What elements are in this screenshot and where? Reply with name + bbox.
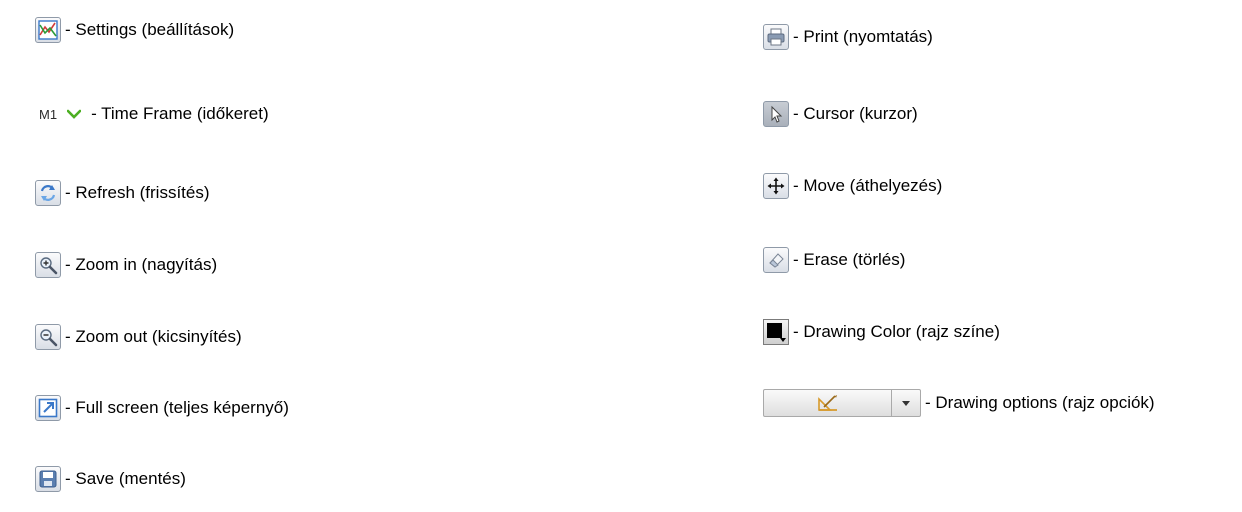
print-label: - Print (nyomtatás): [793, 27, 933, 46]
save-label: - Save (mentés): [65, 469, 186, 488]
zoom-in-icon[interactable]: [35, 252, 61, 278]
legend-save: - Save (mentés): [35, 466, 186, 492]
zoom-out-icon[interactable]: [35, 324, 61, 350]
legend-zoom-out: - Zoom out (kicsinyítés): [35, 324, 242, 350]
legend-zoom-in: - Zoom in (nagyítás): [35, 252, 217, 278]
caret-down-icon: [780, 338, 786, 342]
cursor-label: - Cursor (kurzor): [793, 104, 918, 123]
cursor-icon[interactable]: [763, 101, 789, 127]
legend-erase: - Erase (törlés): [763, 247, 905, 273]
legend-refresh: - Refresh (frissítés): [35, 180, 210, 206]
timeframe-select[interactable]: M1: [37, 104, 83, 124]
chevron-down-icon: [67, 109, 82, 119]
move-icon[interactable]: [763, 173, 789, 199]
zoom-in-label: - Zoom in (nagyítás): [65, 255, 218, 274]
legend-settings: - Settings (beállítások): [35, 17, 234, 43]
refresh-icon[interactable]: [35, 180, 61, 206]
legend-print: - Print (nyomtatás): [763, 24, 933, 50]
drawing-options-button[interactable]: [763, 389, 921, 417]
drawing-options-label: - Drawing options (rajz opciók): [925, 393, 1155, 412]
settings-chart-icon[interactable]: [35, 17, 61, 43]
timeframe-value: M1: [39, 106, 58, 122]
legend-full-screen: - Full screen (teljes képernyő): [35, 395, 289, 421]
color-swatch: [767, 323, 782, 338]
drawing-tools-icon[interactable]: [764, 390, 892, 416]
timeframe-label: - Time Frame (időkeret): [91, 104, 269, 123]
legend-drawing-color: - Drawing Color (rajz színe): [763, 319, 1000, 345]
settings-label: - Settings (beállítások): [65, 20, 235, 39]
legend-cursor: - Cursor (kurzor): [763, 101, 918, 127]
toolbar-legend: - Settings (beállítások) M1 - Time Frame…: [0, 0, 1242, 512]
dropdown-arrow-icon[interactable]: [892, 390, 920, 416]
save-icon[interactable]: [35, 466, 61, 492]
legend-timeframe: M1 - Time Frame (időkeret): [37, 104, 269, 124]
move-label: - Move (áthelyezés): [793, 176, 943, 195]
drawing-color-label: - Drawing Color (rajz színe): [793, 322, 1000, 341]
print-icon[interactable]: [763, 24, 789, 50]
erase-label: - Erase (törlés): [793, 250, 906, 269]
color-swatch-icon[interactable]: [763, 319, 789, 345]
legend-drawing-options: - Drawing options (rajz opciók): [763, 389, 1155, 417]
zoom-out-label: - Zoom out (kicsinyítés): [65, 327, 242, 346]
refresh-label: - Refresh (frissítés): [65, 183, 210, 202]
full-screen-label: - Full screen (teljes képernyő): [65, 398, 289, 417]
eraser-icon[interactable]: [763, 247, 789, 273]
full-screen-icon[interactable]: [35, 395, 61, 421]
legend-move: - Move (áthelyezés): [763, 173, 942, 199]
